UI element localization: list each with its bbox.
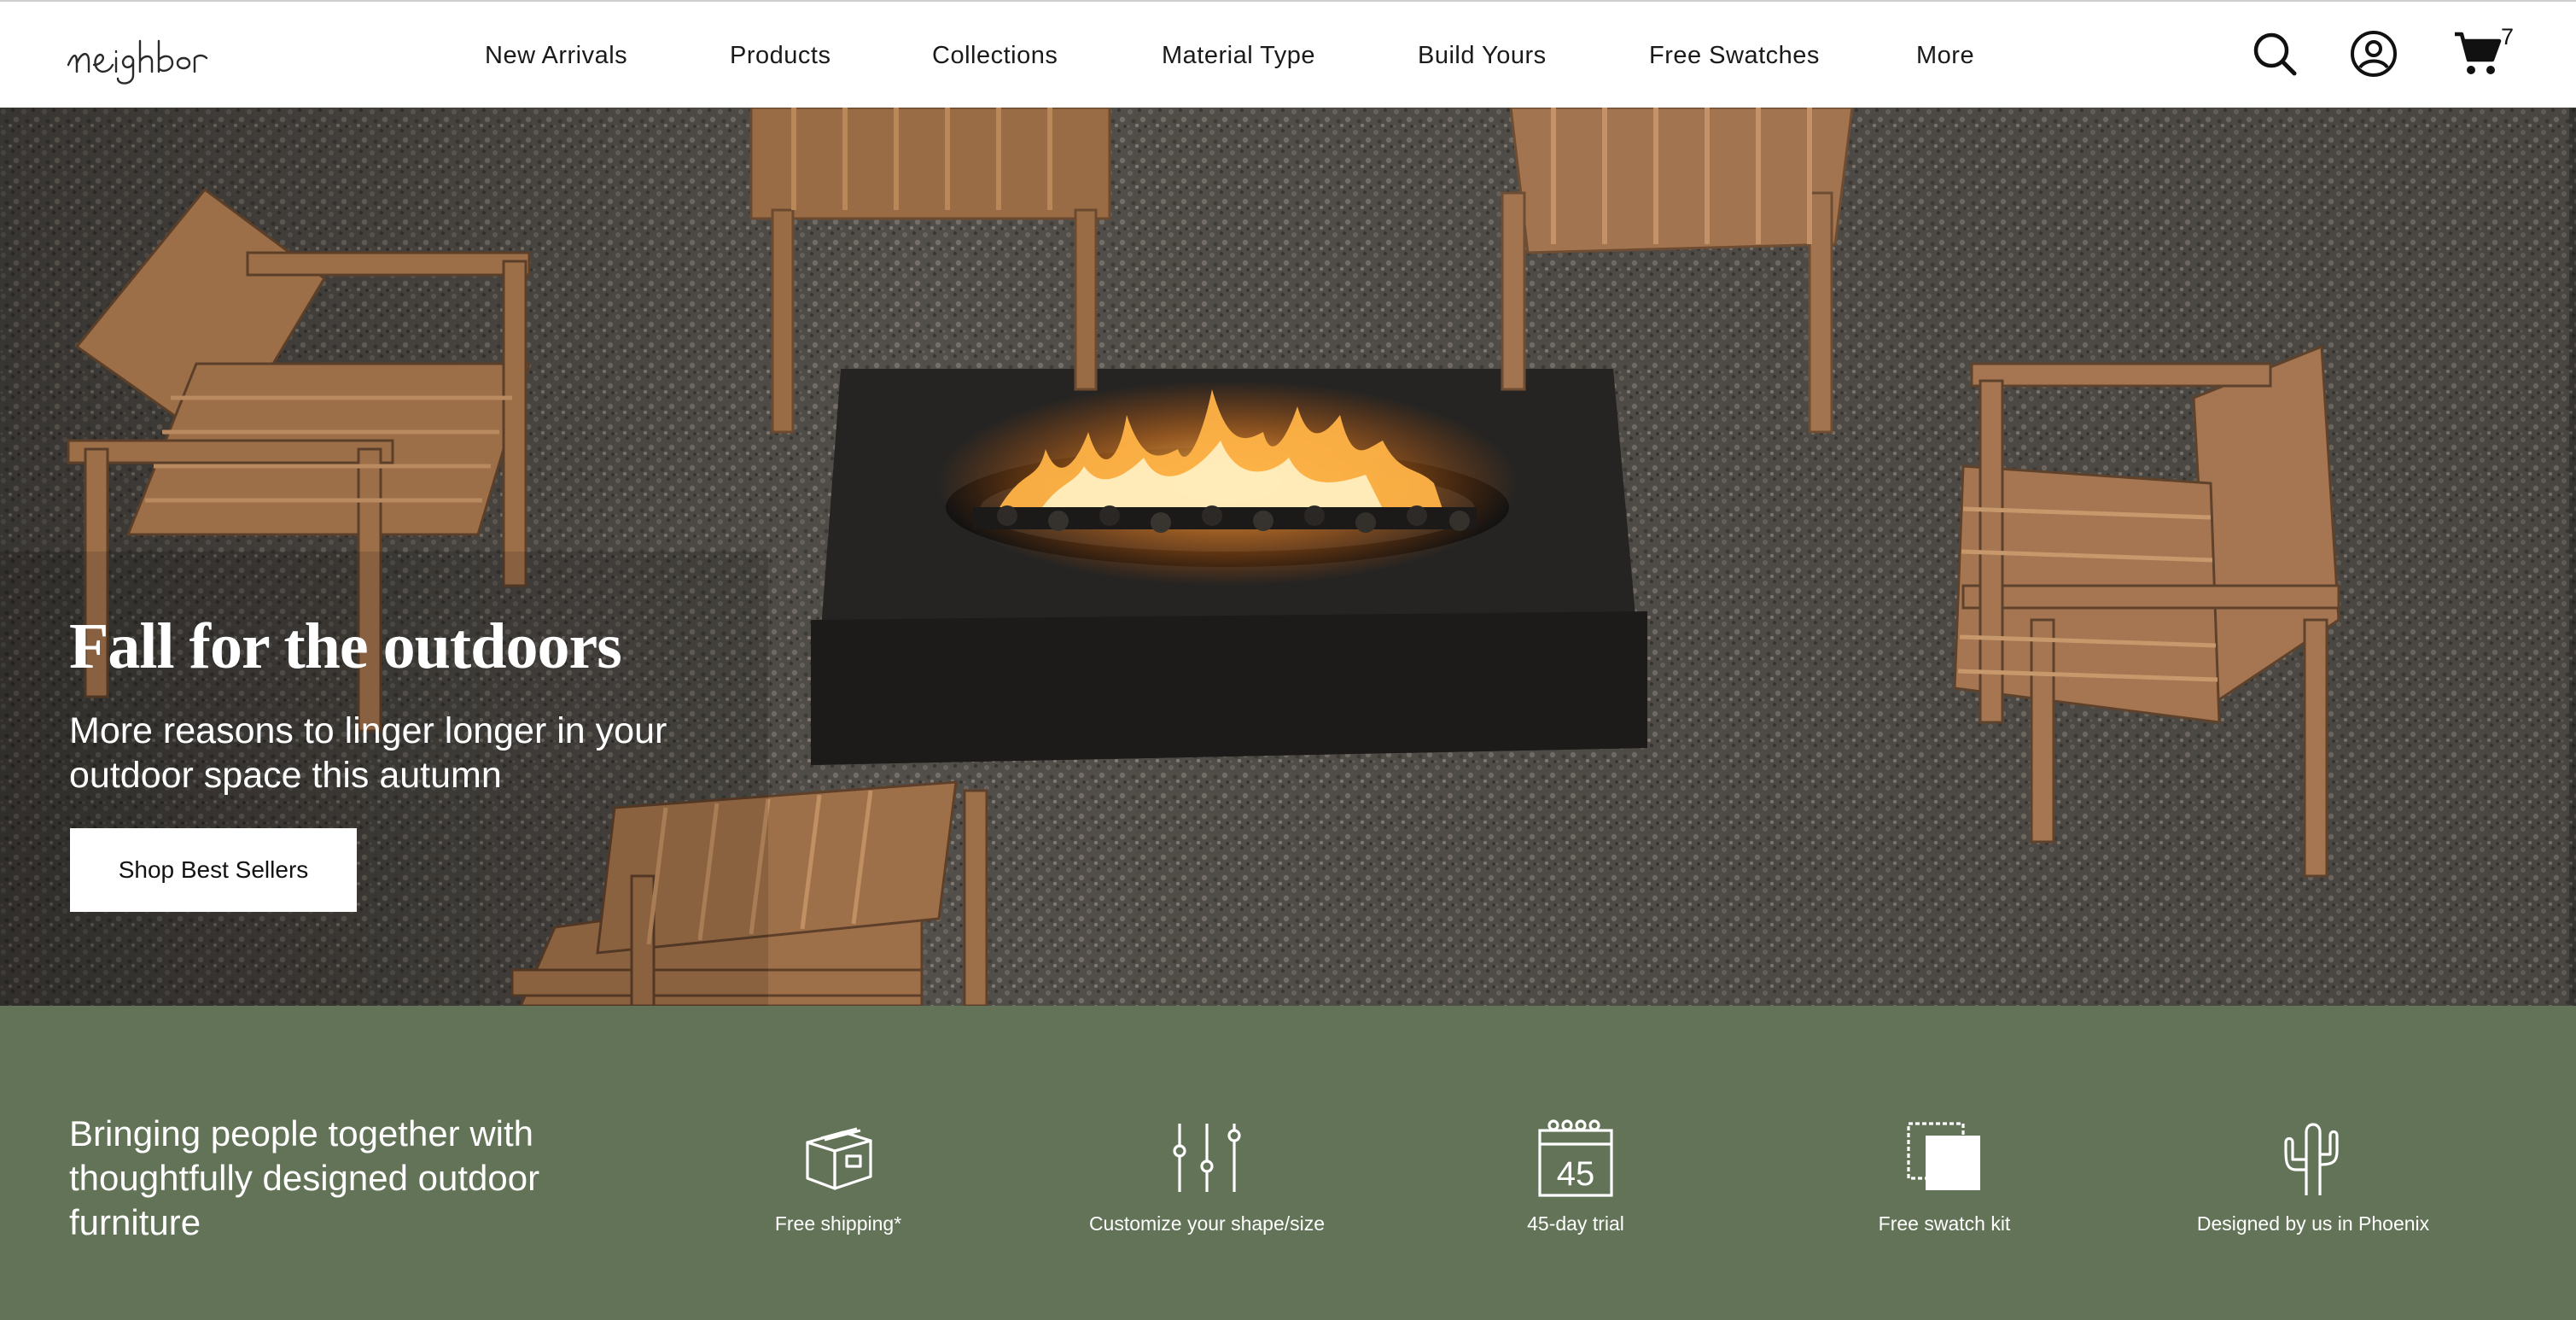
feature-free-shipping: Free shipping*	[693, 1117, 983, 1262]
hero-banner: Fall for the outdoors More reasons to li…	[0, 108, 2576, 1006]
swatch-icon	[1903, 1117, 1985, 1199]
nav-new-arrivals[interactable]: New Arrivals	[485, 41, 627, 70]
hero-subtitle: More reasons to linger longer in your ou…	[69, 710, 667, 796]
account-icon[interactable]	[2350, 30, 2398, 78]
nav-build-yours[interactable]: Build Yours	[1418, 41, 1547, 70]
feature-phoenix: Designed by us in Phoenix	[2168, 1117, 2458, 1262]
hero-edge-shadow	[2569, 108, 2576, 1006]
nav-products[interactable]: Products	[730, 41, 830, 70]
feature-customize: Customize your shape/size	[1062, 1117, 1352, 1262]
hero-image	[0, 108, 2576, 1006]
hero-title: Fall for the outdoors	[69, 610, 622, 682]
feature-label: Customize your shape/size	[1088, 1212, 1326, 1235]
feature-label: 45-day trial	[1527, 1212, 1624, 1235]
features-band: Bringing people together with thoughtful…	[0, 1006, 2576, 1320]
shop-best-sellers-button[interactable]: Shop Best Sellers	[70, 828, 357, 912]
sliders-icon	[1166, 1117, 1248, 1199]
box-icon	[797, 1117, 879, 1199]
feature-swatch-kit: Free swatch kit	[1799, 1117, 2089, 1262]
calendar-icon: 45	[1535, 1117, 1617, 1199]
nav-free-swatches[interactable]: Free Swatches	[1649, 41, 1820, 70]
nav-collections[interactable]: Collections	[932, 41, 1058, 70]
calendar-number: 45	[1557, 1155, 1595, 1193]
logo[interactable]	[65, 20, 241, 89]
feature-label: Designed by us in Phoenix	[2196, 1212, 2430, 1235]
cactus-icon	[2272, 1117, 2354, 1199]
feature-label: Free shipping*	[774, 1212, 902, 1235]
logo-wordmark	[67, 39, 208, 85]
nav-more[interactable]: More	[1916, 41, 1974, 70]
cart-icon[interactable]	[2453, 31, 2503, 77]
site-header: New Arrivals Products Collections Materi…	[0, 0, 2576, 108]
nav-material-type[interactable]: Material Type	[1162, 41, 1315, 70]
cart-count-badge: 7	[2501, 24, 2515, 50]
feature-trial: 45 45-day trial	[1431, 1117, 1721, 1262]
search-icon[interactable]	[2252, 31, 2298, 77]
feature-label: Free swatch kit	[1878, 1212, 2011, 1235]
brand-tagline: Bringing people together with thoughtful…	[69, 1113, 540, 1242]
